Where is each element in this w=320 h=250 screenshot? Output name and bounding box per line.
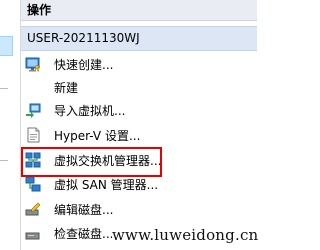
action-quick-create[interactable]: 快速创建... (21, 52, 257, 76)
virtual-san-icon (25, 176, 41, 192)
action-new[interactable]: 新建 (21, 75, 257, 99)
import-vm-icon (26, 103, 41, 118)
action-label: 虚拟 SAN 管理器... (54, 177, 159, 192)
left-pane-divider (0, 160, 8, 161)
action-label: 导入虚拟机... (54, 103, 126, 118)
left-pane-selected-item[interactable] (0, 36, 13, 56)
action-label: Hyper-V 设置... (54, 128, 141, 143)
action-label: 快速创建... (54, 57, 114, 72)
action-label: 编辑磁盘... (54, 202, 114, 217)
left-pane-divider (0, 88, 8, 89)
action-import-vm[interactable]: 导入虚拟机... (21, 98, 257, 122)
action-label: 检查磁盘... (54, 226, 114, 241)
action-edit-disk[interactable]: 编辑磁盘... (21, 197, 257, 221)
watermark: www.luweidong.cn (112, 226, 259, 244)
server-node[interactable]: USER-20211130WJ (21, 26, 257, 51)
left-pane-strip (0, 0, 21, 250)
actions-pane-title: 操作 (21, 0, 257, 21)
settings-icon (27, 127, 40, 143)
quick-create-icon (25, 57, 41, 72)
edit-disk-icon (25, 202, 41, 216)
inspect-disk-icon (25, 232, 40, 240)
action-hyperv-settings[interactable]: Hyper-V 设置... (21, 123, 257, 147)
action-label: 新建 (54, 80, 79, 95)
highlight-annotation (21, 147, 162, 177)
actions-pane: 操作 USER-20211130WJ 快速创建... 新建 导入虚拟机... H… (21, 0, 257, 250)
